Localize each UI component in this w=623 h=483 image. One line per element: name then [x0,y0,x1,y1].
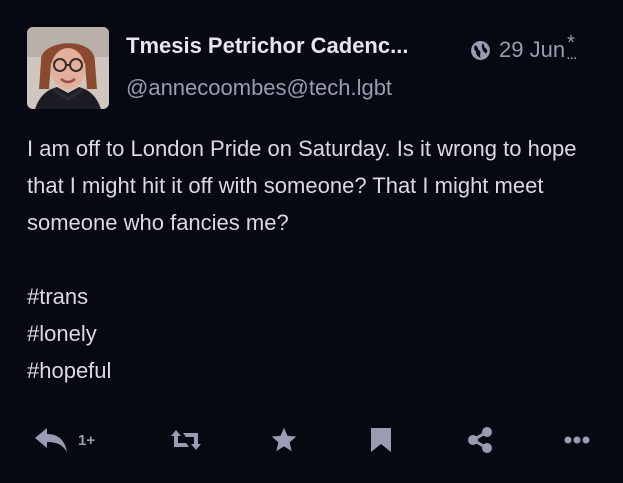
hashtag-link[interactable]: #trans [27,278,607,315]
bookmark-icon [370,427,392,453]
post-date[interactable]: 29 Jun [499,37,565,63]
action-bar: 1+ [0,420,623,460]
boost-icon [169,427,203,453]
display-name[interactable]: Tmesis Petrichor Cadenc... [126,33,444,59]
post-text: I am off to London Pride on Saturday. Is… [27,136,577,235]
avatar[interactable] [27,27,109,109]
globe-icon [470,40,491,61]
share-icon [466,426,494,454]
favourite-icon [270,426,298,454]
share-button[interactable] [466,420,494,460]
boost-button[interactable] [169,420,203,460]
post-content: I am off to London Pride on Saturday. Is… [27,130,607,389]
reply-button[interactable]: 1+ [34,420,95,460]
more-icon [564,436,590,444]
post-meta: 29 Jun * ... [470,32,580,64]
account-handle[interactable]: @annecoombes@tech.lgbt [126,75,392,101]
hashtag-link[interactable]: #lonely [27,315,607,352]
hashtag-link[interactable]: #hopeful [27,352,607,389]
bookmark-button[interactable] [370,420,392,460]
hashtag-list: #trans #lonely #hopeful [27,278,607,389]
edited-indicator: * ... [566,32,580,63]
more-button[interactable] [564,420,590,460]
reply-count: 1+ [78,431,96,449]
favourite-button[interactable] [270,420,298,460]
edited-dots: ... [566,46,577,63]
reply-icon [34,427,68,453]
